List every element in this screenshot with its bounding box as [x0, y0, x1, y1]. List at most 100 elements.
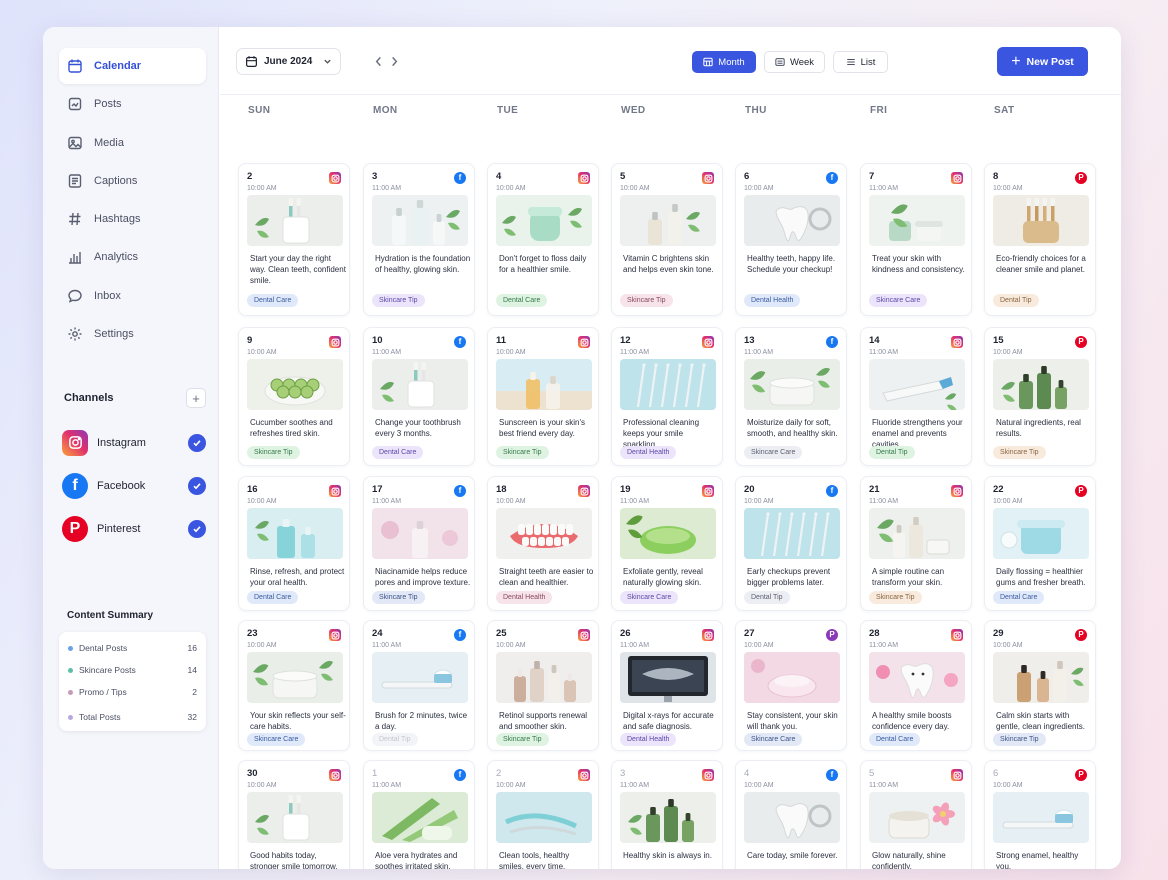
- instagram-icon: [578, 336, 590, 348]
- sidebar-item-hashtags[interactable]: Hashtags: [59, 201, 206, 237]
- post-card[interactable]: 23 10:00 AM Your skin reflects your self-c…: [238, 620, 350, 751]
- post-card[interactable]: 25 10:00 AM Retinol supports renewal and s…: [487, 620, 599, 751]
- post-card[interactable]: 1 11:00 AM f Aloe vera hydrates and soothes…: [363, 760, 475, 869]
- post-tag: Dental Tip: [869, 446, 915, 459]
- weekday-sat: SAT: [994, 105, 1015, 116]
- add-channel-button[interactable]: +: [186, 388, 206, 408]
- check-icon[interactable]: [188, 519, 206, 538]
- channel-pinterest[interactable]: P Pinterest: [62, 507, 206, 550]
- sidebar-item-analytics[interactable]: Analytics: [59, 239, 206, 275]
- post-card[interactable]: 15 10:00 AM P Natural ingredients, real res…: [984, 327, 1096, 466]
- hashtag-icon: [67, 211, 94, 227]
- dental-tools-image: [744, 508, 840, 559]
- post-caption: Healthy teeth, happy life. Schedule your…: [747, 254, 836, 274]
- check-icon[interactable]: [188, 433, 206, 452]
- day-number: 30: [247, 768, 258, 779]
- instagram-icon: [329, 172, 341, 184]
- post-card[interactable]: 3 11:00 AM f Hydration is the foundation of…: [363, 163, 475, 316]
- post-caption: Good habits today, stronger smile tomorr…: [250, 851, 338, 869]
- post-card[interactable]: 20 10:00 AM f Early checkups prevent bigger…: [735, 476, 847, 611]
- post-card[interactable]: 13 11:00 AM f Moisturize daily for soft, sm…: [735, 327, 847, 466]
- toothbrush-cup-image: [247, 195, 343, 246]
- calendar-grid-icon: [703, 57, 718, 67]
- post-card[interactable]: 12 11:00 AM Professional cleaning keeps yo…: [611, 327, 723, 466]
- view-list-button[interactable]: List: [833, 51, 888, 73]
- post-card[interactable]: 29 10:00 AM P Calm skin starts with gentle,…: [984, 620, 1096, 751]
- summary-row: Promo / Tips 2: [68, 681, 197, 703]
- post-card[interactable]: 311:00 AMHealthy skin is always in.Skinc…: [611, 760, 723, 869]
- sidebar-item-inbox[interactable]: Inbox: [59, 278, 206, 314]
- post-card[interactable]: 10 11:00 AM f Change your toothbrush every …: [363, 327, 475, 466]
- day-number: 3: [620, 768, 626, 779]
- post-tag: Skincare Tip: [869, 591, 922, 604]
- day-number: 10: [372, 335, 383, 346]
- day-number: 23: [247, 628, 258, 639]
- sidebar-item-media[interactable]: Media: [59, 125, 206, 161]
- dropper-bottles-image: [620, 195, 716, 246]
- post-card[interactable]: 4 10:00 AM Don't forget to floss daily for…: [487, 163, 599, 316]
- post-card[interactable]: 14 11:00 AM Fluoride strengthens your enam…: [860, 327, 972, 466]
- post-card[interactable]: 9 10:00 AM Cucumber soothes and refreshes …: [238, 327, 350, 466]
- pink-serum-image: [372, 508, 468, 559]
- post-card[interactable]: 18 10:00 AM Straight teeth are easier to c…: [487, 476, 599, 611]
- facebook-icon: f: [454, 485, 466, 497]
- post-card[interactable]: 2 10:00 AM Clean tools, healthy smiles, ev…: [487, 760, 599, 869]
- instagram-icon: [329, 629, 341, 641]
- post-card[interactable]: 21 11:00 AM A simple routine can transform…: [860, 476, 972, 611]
- post-card[interactable]: 5 10:00 AM Vitamin C brightens skin and he…: [611, 163, 723, 316]
- month-selector[interactable]: June 2024: [236, 48, 341, 75]
- calendar-icon: [67, 58, 94, 74]
- post-time: 10:00 AM: [993, 185, 1023, 192]
- post-card[interactable]: 22 10:00 AM P Daily flossing = healthier gu…: [984, 476, 1096, 611]
- sidebar-item-calendar[interactable]: Calendar: [59, 48, 206, 84]
- post-card[interactable]: 2 10:00 AM Start your day the right way. C…: [238, 163, 350, 316]
- post-card[interactable]: 5 11:00 AM Glow naturally, shine confident…: [860, 760, 972, 869]
- post-card[interactable]: 28 11:00 AM A healthy smile boosts confide…: [860, 620, 972, 751]
- post-card[interactable]: 8 10:00 AM P Eco-friendly choices for a cle…: [984, 163, 1096, 316]
- post-card[interactable]: 11 10:00 AM Sunscreen is your skin's best …: [487, 327, 599, 466]
- channel-facebook[interactable]: f Facebook: [62, 464, 206, 507]
- view-month-button[interactable]: Month: [692, 51, 756, 73]
- channel-instagram[interactable]: Instagram: [62, 421, 206, 464]
- next-month-button[interactable]: [387, 54, 401, 68]
- instagram-icon: [951, 172, 963, 184]
- post-card[interactable]: 16 10:00 AM Rinse, refresh, and protect yo…: [238, 476, 350, 611]
- sidebar-item-settings[interactable]: Settings: [59, 316, 206, 352]
- view-label: Week: [789, 56, 815, 68]
- weekday-mon: MON: [373, 105, 398, 116]
- instagram-icon: [951, 769, 963, 781]
- instagram-icon: [951, 485, 963, 497]
- sidebar-item-posts[interactable]: Posts: [59, 86, 206, 122]
- post-card[interactable]: 27 10:00 AM P Stay consistent, your skin wi…: [735, 620, 847, 751]
- day-number: 12: [620, 335, 631, 346]
- post-time: 10:00 AM: [993, 498, 1023, 505]
- instagram-icon: [329, 485, 341, 497]
- post-caption: Calm skin starts with gentle, clean ingr…: [996, 711, 1085, 731]
- post-card[interactable]: 30 10:00 AM Good habits today, stronger sm…: [238, 760, 350, 869]
- day-number: 24: [372, 628, 383, 639]
- legend-dot-icon: [68, 645, 73, 651]
- new-post-button[interactable]: + New Post: [997, 47, 1088, 76]
- post-card[interactable]: 7 11:00 AM Treat your skin with kindness a…: [860, 163, 972, 316]
- sidebar-item-label: Settings: [94, 328, 134, 341]
- prev-month-button[interactable]: [371, 54, 385, 68]
- post-card[interactable]: 6 10:00 AM f Healthy teeth, happy life. Sch…: [735, 163, 847, 316]
- toolbar: June 2024 Month Week List + New Post: [220, 27, 1121, 95]
- post-card[interactable]: 610:00 AMPStrong enamel, healthy you.Den…: [984, 760, 1096, 869]
- post-card[interactable]: 26 11:00 AM Digital x-rays for accurate an…: [611, 620, 723, 751]
- post-card[interactable]: 24 11:00 AM f Brush for 2 minutes, twice a …: [363, 620, 475, 751]
- post-card[interactable]: 19 11:00 AM Exfoliate gently, reveal natur…: [611, 476, 723, 611]
- day-number: 2: [496, 768, 502, 779]
- post-time: 10:00 AM: [496, 782, 526, 789]
- content-summary-title: Content Summary: [67, 610, 154, 621]
- post-card[interactable]: 17 11:00 AM f Niacinamide helps reduce pore…: [363, 476, 475, 611]
- post-card[interactable]: 410:00 AMfCare today, smile forever.Dent…: [735, 760, 847, 869]
- post-caption: Glow naturally, shine confidently.: [872, 851, 946, 869]
- sidebar-item-captions[interactable]: Captions: [59, 163, 206, 199]
- week-icon: [775, 57, 790, 67]
- post-tag: Skincare Care: [744, 733, 803, 746]
- post-caption: Sunscreen is your skin's best friend eve…: [499, 418, 586, 438]
- post-time: 11:00 AM: [620, 498, 650, 505]
- check-icon[interactable]: [188, 476, 206, 495]
- view-week-button[interactable]: Week: [764, 51, 825, 73]
